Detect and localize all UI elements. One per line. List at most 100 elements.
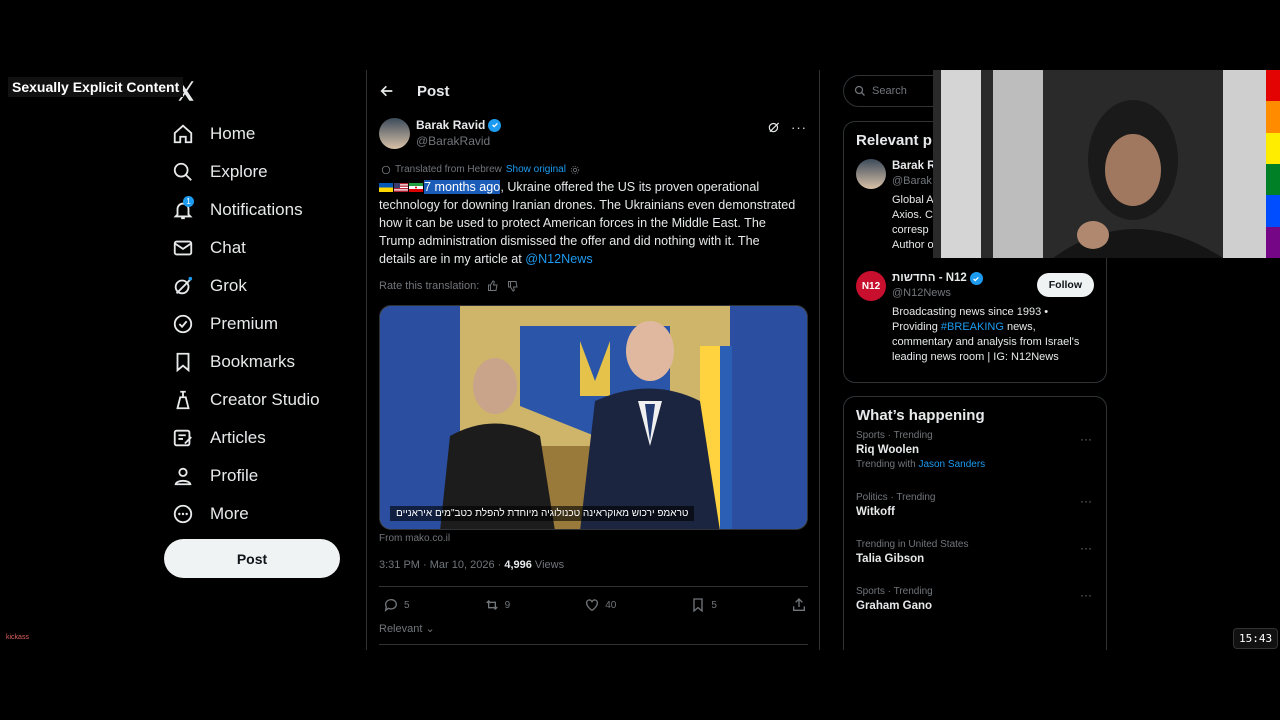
more-options-icon[interactable]: ··· — [1080, 494, 1092, 508]
repost-button[interactable]: 9 — [484, 597, 511, 613]
author-handle[interactable]: @BarakRavid — [416, 134, 501, 148]
verified-badge-icon — [969, 272, 983, 285]
nav-label: Articles — [210, 428, 266, 447]
trend-with-link[interactable]: Jason Sanders — [918, 459, 985, 470]
nav-label: Explore — [210, 162, 268, 181]
bookmark-button[interactable]: 5 — [690, 597, 717, 613]
post-detail-column: Post Barak Ravid @BarakRavid ··· Transla… — [366, 70, 820, 650]
media-source[interactable]: From mako.co.il — [379, 533, 450, 544]
trend-context: Trending in United States — [856, 539, 969, 550]
nav-chat[interactable]: Chat — [172, 229, 320, 267]
nav-grok[interactable]: Grok — [172, 267, 320, 305]
trend-with-label: Trending with — [856, 459, 919, 470]
nav-more[interactable]: More — [172, 495, 320, 533]
trend-with: Trending with Jason Sanders — [856, 459, 1094, 470]
post-meta: 3:31 PM · Mar 10, 2026 · 4,996 Views — [379, 559, 564, 571]
mention-link[interactable]: @N12News — [525, 252, 592, 266]
ukraine-flag-icon — [379, 183, 393, 193]
translated-label: Translated from Hebrew — [395, 164, 502, 175]
more-options-icon[interactable]: ··· — [1080, 541, 1092, 555]
n12-avatar[interactable]: N12 — [856, 271, 886, 301]
nav-label: Chat — [210, 238, 246, 257]
verified-badge-icon — [488, 118, 502, 132]
person-name[interactable]: Barak R — [892, 159, 935, 174]
nav-creator-studio[interactable]: Creator Studio — [172, 381, 320, 419]
nav-articles[interactable]: Articles — [172, 419, 320, 457]
heart-icon — [586, 599, 599, 612]
nav-notifications[interactable]: 1 Notifications — [172, 191, 320, 229]
grok-icon[interactable] — [767, 120, 781, 134]
nav-label: Grok — [210, 276, 247, 295]
like-button[interactable]: 40 — [584, 597, 616, 613]
post-image[interactable]: טראמפ ירכוש מאוקראינה טכנולוגיה מיוחדת ל… — [379, 305, 808, 530]
person-bio: Global A Axios. C corresp Author o — [892, 194, 934, 251]
relevant-person[interactable]: N12 החדשות - N12 @N12News Broadcasting n… — [844, 267, 1106, 369]
more-options-icon[interactable]: ··· — [1080, 588, 1092, 602]
thumbs-up-icon[interactable] — [487, 280, 499, 292]
avatar[interactable] — [379, 118, 410, 149]
nav-label: More — [210, 504, 249, 523]
premium-icon — [173, 314, 193, 334]
bookmark-icon — [693, 598, 704, 613]
person-handle: @Barak — [892, 175, 932, 187]
thumbs-down-icon[interactable] — [507, 280, 519, 292]
translate-icon — [381, 165, 391, 174]
person-bio: Broadcasting news since 1993 • Providing… — [892, 305, 1097, 365]
page-title: Post — [417, 82, 450, 100]
grok-icon — [174, 276, 193, 295]
trend-item[interactable]: Sports · Trending Riq Woolen Trending wi… — [844, 430, 1106, 492]
repost-count: 9 — [504, 599, 511, 611]
compose-post-button[interactable]: Post — [164, 539, 340, 578]
trend-context: Sports · Trending — [856, 430, 933, 441]
iran-flag-icon — [409, 183, 423, 193]
content-warning-label: Sexually Explicit Content — [8, 77, 184, 97]
nav-label: Profile — [210, 466, 259, 485]
watermark: kickass — [6, 634, 29, 641]
rate-label: Rate this translation: — [379, 280, 480, 292]
articles-icon — [173, 429, 192, 447]
engagement-bar: 5 9 40 5 — [383, 597, 807, 613]
nav-profile[interactable]: Profile — [172, 457, 320, 495]
views-count: 4,996 — [504, 559, 532, 571]
search-icon — [854, 85, 865, 96]
post-text: 7 months ago, Ukraine offered the US its… — [379, 178, 799, 268]
reply-icon — [384, 599, 397, 612]
post-author[interactable]: Barak Ravid @BarakRavid — [379, 118, 502, 149]
nav-explore[interactable]: Explore — [172, 153, 320, 191]
avatar[interactable] — [856, 159, 886, 189]
reply-count: 5 — [404, 599, 410, 611]
hashtag-link[interactable]: #BREAKING — [941, 321, 1004, 333]
share-icon — [793, 598, 805, 611]
like-count: 40 — [605, 599, 617, 611]
us-flag-icon — [394, 183, 408, 193]
author-name[interactable]: Barak Ravid — [416, 118, 485, 132]
trend-context: Politics · Trending — [856, 492, 936, 503]
follow-button[interactable]: Follow — [1036, 273, 1094, 297]
reply-sort-dropdown[interactable]: Relevant ⌄ — [379, 622, 435, 635]
trend-name: Talia Gibson — [856, 553, 925, 565]
gear-icon[interactable] — [570, 165, 580, 175]
nav-home[interactable]: Home — [172, 115, 320, 153]
show-original-link[interactable]: Show original — [506, 164, 566, 175]
more-icon — [173, 504, 193, 524]
person-name[interactable]: החדשות - N12 — [892, 271, 967, 286]
more-options-icon[interactable]: ··· — [1080, 432, 1092, 446]
nav-bookmarks[interactable]: Bookmarks — [172, 343, 320, 381]
share-button[interactable] — [791, 597, 807, 613]
creator-icon — [176, 390, 190, 410]
post-timestamp[interactable]: 3:31 PM · Mar 10, 2026 · — [379, 559, 504, 571]
mail-icon — [173, 240, 193, 256]
trend-name: Riq Woolen — [856, 444, 920, 456]
nav-label: Bookmarks — [210, 352, 296, 371]
nav-label: Notifications — [210, 200, 303, 219]
back-arrow-icon[interactable] — [379, 83, 395, 99]
more-options-icon[interactable]: ··· — [791, 120, 807, 135]
trend-item[interactable]: Politics · Trending Witkoff ··· — [844, 492, 1106, 539]
trend-item[interactable]: Trending in United States Talia Gibson ·… — [844, 539, 1106, 586]
trend-item[interactable]: Sports · Trending Graham Gano ··· — [844, 586, 1106, 633]
nav-premium[interactable]: Premium — [172, 305, 320, 343]
trend-name: Witkoff — [856, 506, 895, 518]
reply-button[interactable]: 5 — [383, 597, 410, 613]
bookmark-count: 5 — [711, 599, 717, 611]
search-icon — [173, 162, 192, 181]
